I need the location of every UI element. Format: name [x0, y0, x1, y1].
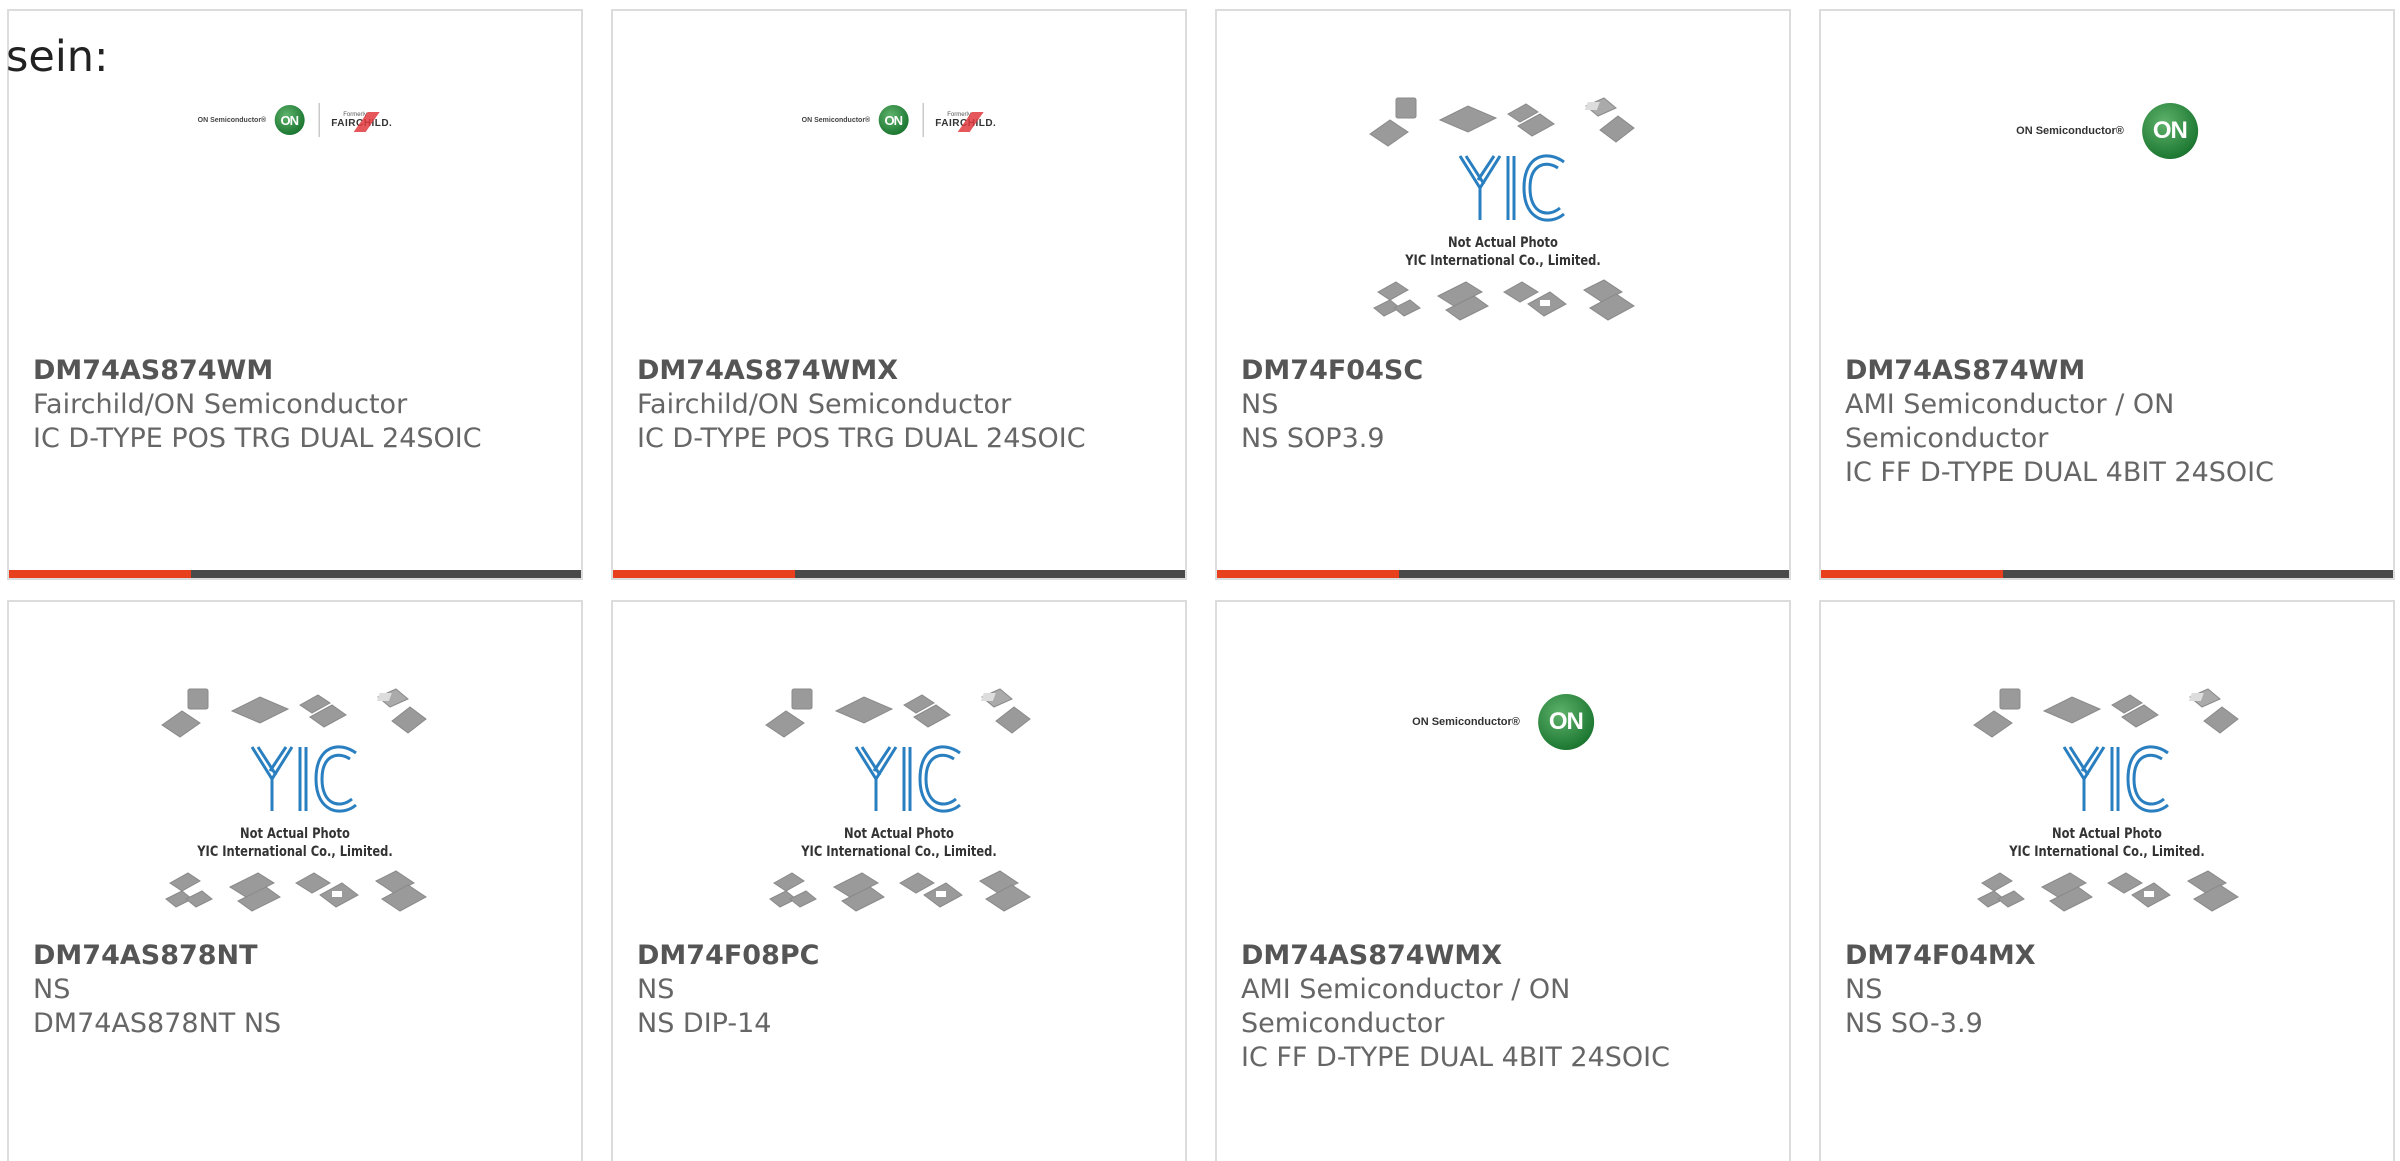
manufacturer: Fairchild/ON Semiconductor [637, 389, 1012, 420]
manufacturer: NS [637, 974, 675, 1005]
manufacturer: NS [1241, 389, 1279, 420]
description: IC D-TYPE POS TRG DUAL 24SOIC [637, 423, 1086, 454]
yic-placeholder-image: Not Actual Photo YIC International Co., L… [160, 687, 430, 927]
product-card[interactable]: ON Semiconductor® ON Formerly FAIRCHILD.… [7, 9, 583, 580]
product-info: DM74F04MX NS NS SO-3.9 [1845, 939, 2373, 1041]
yic-caption-line2: YIC International Co., Limited. [197, 844, 393, 860]
yic-placeholder-image: Not Actual Photo YIC International Co., L… [764, 687, 1034, 927]
product-info: DM74AS874WMX Fairchild/ON Semiconductor … [637, 354, 1165, 456]
card-bottom-bar [613, 570, 1185, 578]
card-bottom-bar [9, 570, 581, 578]
description: NS DIP-14 [637, 1008, 772, 1039]
yic-caption-line2: YIC International Co., Limited. [801, 844, 997, 860]
intro-text: sein: [6, 32, 109, 82]
product-grid-page: sein: ON Semiconductor® ON Formerly FAIR… [0, 0, 2400, 1161]
part-number[interactable]: DM74AS874WM [1845, 354, 2373, 388]
manufacturer: NS [33, 974, 71, 1005]
product-info: DM74F08PC NS NS DIP-14 [637, 939, 1165, 1041]
manufacturer: NS [1845, 974, 1883, 1005]
product-card[interactable]: Not Actual Photo YIC International Co., L… [1215, 9, 1791, 580]
description: NS SOP3.9 [1241, 423, 1385, 454]
yic-placeholder-image: Not Actual Photo YIC International Co., L… [1368, 96, 1638, 336]
part-number[interactable]: DM74F04SC [1241, 354, 1769, 388]
product-info: DM74AS878NT NS DM74AS878NT NS [33, 939, 561, 1041]
description: IC FF D-TYPE DUAL 4BIT 24SOIC [1845, 457, 2274, 488]
product-card[interactable]: ON Semiconductor® ON DM74AS874WMX AMI Se… [1215, 600, 1791, 1161]
part-number[interactable]: DM74AS874WM [33, 354, 561, 388]
description: IC D-TYPE POS TRG DUAL 24SOIC [33, 423, 482, 454]
manufacturer: AMI Semiconductor / ON Semiconductor [1845, 389, 2175, 454]
product-card[interactable]: Not Actual Photo YIC International Co., L… [611, 600, 1187, 1161]
product-info: DM74F04SC NS NS SOP3.9 [1241, 354, 1769, 456]
yic-caption-line1: Not Actual Photo [1448, 235, 1558, 251]
yic-caption-line1: Not Actual Photo [240, 826, 350, 842]
part-number[interactable]: DM74AS874WMX [1241, 939, 1769, 973]
on-fairchild-logo: ON Semiconductor® ON Formerly FAIRCHILD. [802, 103, 997, 137]
part-number[interactable]: DM74F08PC [637, 939, 1165, 973]
description: NS SO-3.9 [1845, 1008, 1983, 1039]
product-card[interactable]: Not Actual Photo YIC International Co., L… [1819, 600, 2395, 1161]
yic-caption-line2: YIC International Co., Limited. [1405, 253, 1601, 269]
description: DM74AS878NT NS [33, 1008, 282, 1039]
product-card[interactable]: ON Semiconductor® ON DM74AS874WM AMI Sem… [1819, 9, 2395, 580]
yic-caption-line1: Not Actual Photo [2052, 826, 2162, 842]
yic-caption-line2: YIC International Co., Limited. [2009, 844, 2205, 860]
yic-placeholder-image: Not Actual Photo YIC International Co., L… [1972, 687, 2242, 927]
product-card[interactable]: ON Semiconductor® ON Formerly FAIRCHILD.… [611, 9, 1187, 580]
description: IC FF D-TYPE DUAL 4BIT 24SOIC [1241, 1042, 1670, 1073]
on-semiconductor-logo: ON Semiconductor® ON [1412, 694, 1594, 750]
card-bottom-bar [1821, 570, 2393, 578]
on-fairchild-logo: ON Semiconductor® ON Formerly FAIRCHILD. [198, 103, 393, 137]
yic-caption-line1: Not Actual Photo [844, 826, 954, 842]
product-info: DM74AS874WM AMI Semiconductor / ON Semic… [1845, 354, 2373, 490]
part-number[interactable]: DM74F04MX [1845, 939, 2373, 973]
card-bottom-bar [1217, 570, 1789, 578]
manufacturer: Fairchild/ON Semiconductor [33, 389, 408, 420]
product-info: DM74AS874WM Fairchild/ON Semiconductor I… [33, 354, 561, 456]
part-number[interactable]: DM74AS878NT [33, 939, 561, 973]
part-number[interactable]: DM74AS874WMX [637, 354, 1165, 388]
product-info: DM74AS874WMX AMI Semiconductor / ON Semi… [1241, 939, 1769, 1075]
product-card[interactable]: Not Actual Photo YIC International Co., L… [7, 600, 583, 1161]
on-semiconductor-logo: ON Semiconductor® ON [2016, 103, 2198, 159]
manufacturer: AMI Semiconductor / ON Semiconductor [1241, 974, 1571, 1039]
